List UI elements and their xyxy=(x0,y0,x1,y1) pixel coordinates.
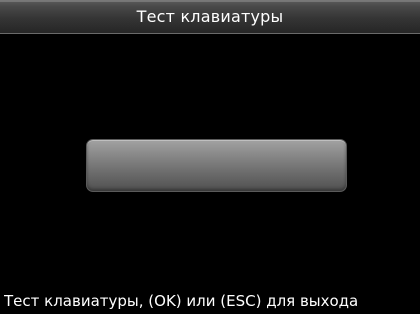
key-display-box xyxy=(86,139,347,192)
exit-hint: Тест клавиатуры, (OK) или (ESC) для выхо… xyxy=(4,292,359,310)
title-bar: Тест клавиатуры xyxy=(0,0,420,34)
page-title: Тест клавиатуры xyxy=(136,7,284,26)
keyboard-test-screen: Тест клавиатуры Тест клавиатуры, (OK) ил… xyxy=(0,0,420,314)
key-display-value xyxy=(87,140,346,191)
